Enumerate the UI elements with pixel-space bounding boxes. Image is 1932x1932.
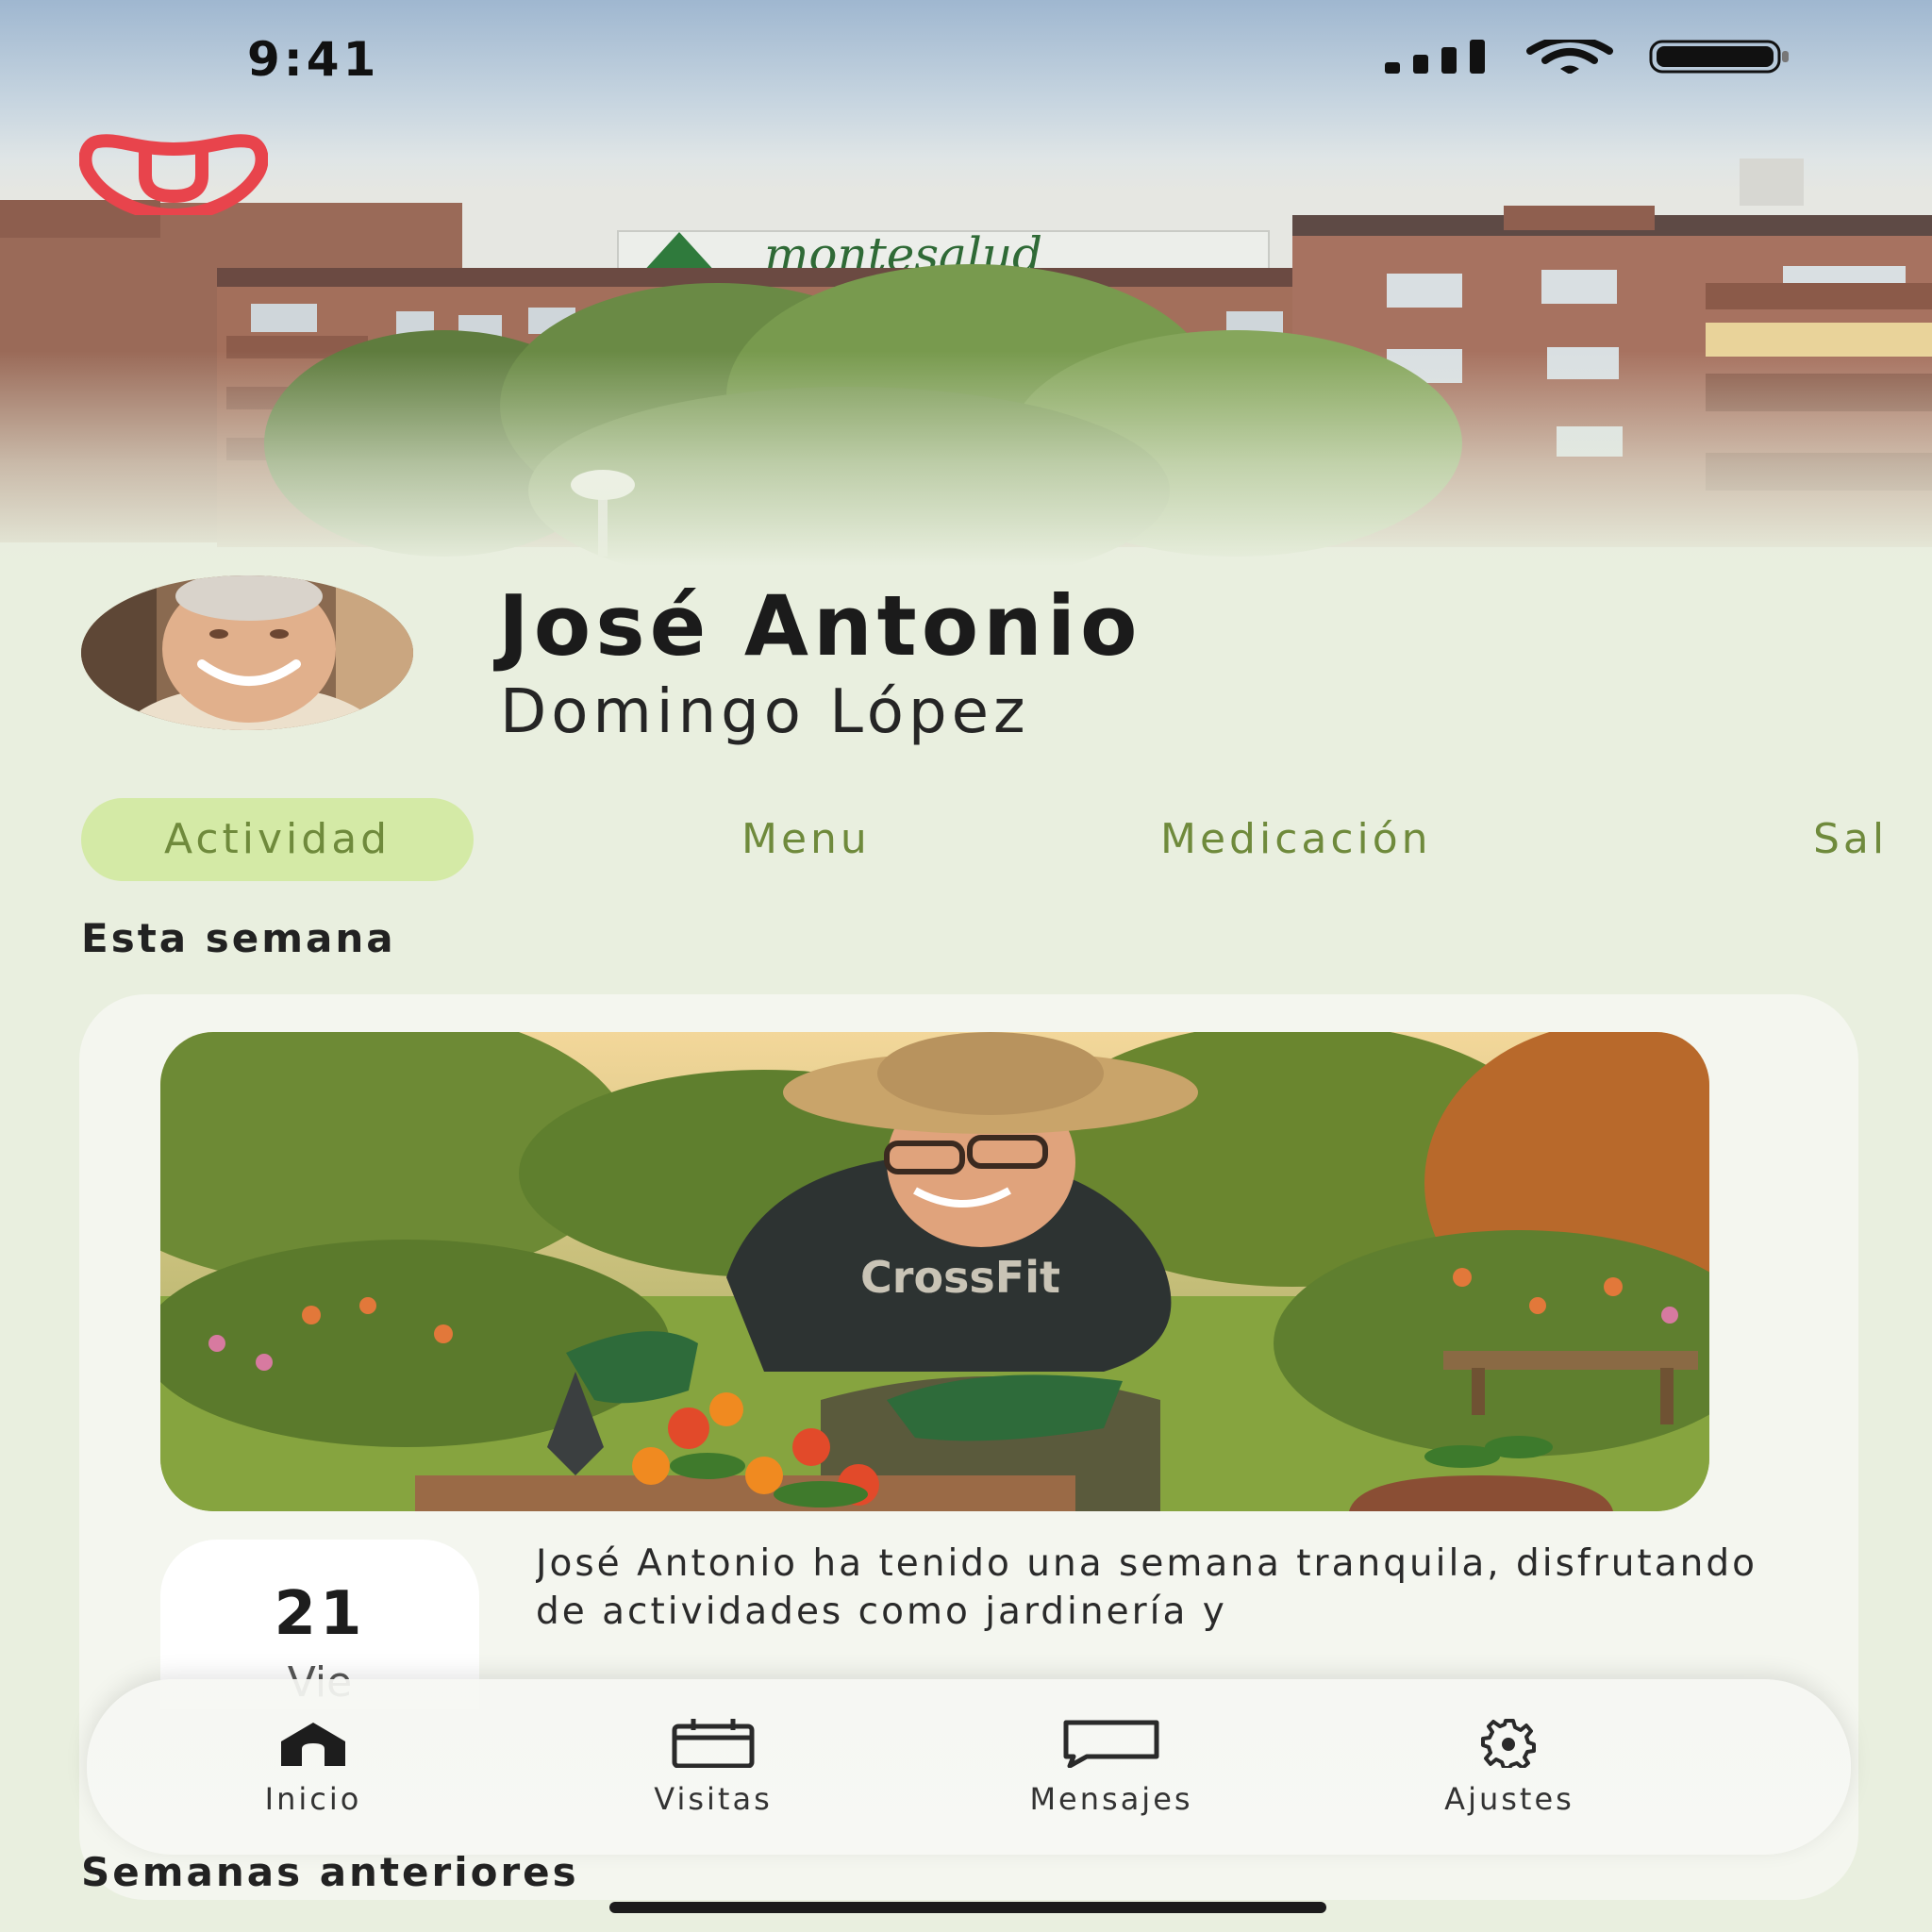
profile-last-name: Domingo López	[500, 677, 1030, 747]
nav-visitas[interactable]: Visitas	[572, 1679, 855, 1855]
nav-ajustes-label: Ajustes	[1444, 1781, 1574, 1817]
bottom-navigation: Inicio Visitas Mensajes Ajustes	[87, 1679, 1851, 1855]
nav-visitas-label: Visitas	[654, 1781, 773, 1817]
avatar-photo	[81, 575, 413, 730]
profile-avatar	[81, 575, 413, 730]
wifi-icon	[1526, 40, 1613, 74]
shirt-text: CrossFit	[860, 1252, 1060, 1303]
calendar-icon	[672, 1719, 755, 1768]
gear-icon	[1481, 1719, 1536, 1768]
previous-weeks-title: Semanas anteriores	[81, 1849, 579, 1895]
nav-mensajes-label: Mensajes	[1029, 1781, 1193, 1817]
app-logo-icon	[79, 134, 268, 215]
activity-photo[interactable]: CrossFit	[160, 1032, 1709, 1511]
gardening-photo: CrossFit	[160, 1032, 1709, 1511]
nav-inicio-label: Inicio	[264, 1781, 362, 1817]
this-week-title: Esta semana	[81, 915, 396, 961]
activity-summary-text: José Antonio ha tenido una semana tranqu…	[536, 1542, 1757, 1633]
tab-salud[interactable]: Sal	[1813, 798, 1888, 881]
nav-mensajes[interactable]: Mensajes	[970, 1679, 1253, 1855]
status-time: 9:41	[247, 32, 380, 87]
tab-actividad[interactable]: Actividad	[81, 798, 475, 881]
cellular-signal-icon	[1385, 40, 1485, 74]
home-icon	[281, 1723, 345, 1766]
tab-bar: Actividad Menu Medicación Sal	[0, 798, 1932, 883]
home-indicator[interactable]	[609, 1902, 1326, 1913]
profile-first-name: José Antonio	[498, 577, 1142, 675]
tab-medicacion[interactable]: Medicación	[1160, 798, 1432, 881]
activity-date-day: 21	[274, 1579, 366, 1649]
tab-menu[interactable]: Menu	[741, 798, 871, 881]
message-icon	[1063, 1720, 1159, 1768]
status-icons	[1385, 40, 1790, 74]
nav-inicio[interactable]: Inicio	[172, 1679, 455, 1855]
battery-icon	[1649, 40, 1789, 74]
nav-ajustes[interactable]: Ajustes	[1368, 1679, 1651, 1855]
